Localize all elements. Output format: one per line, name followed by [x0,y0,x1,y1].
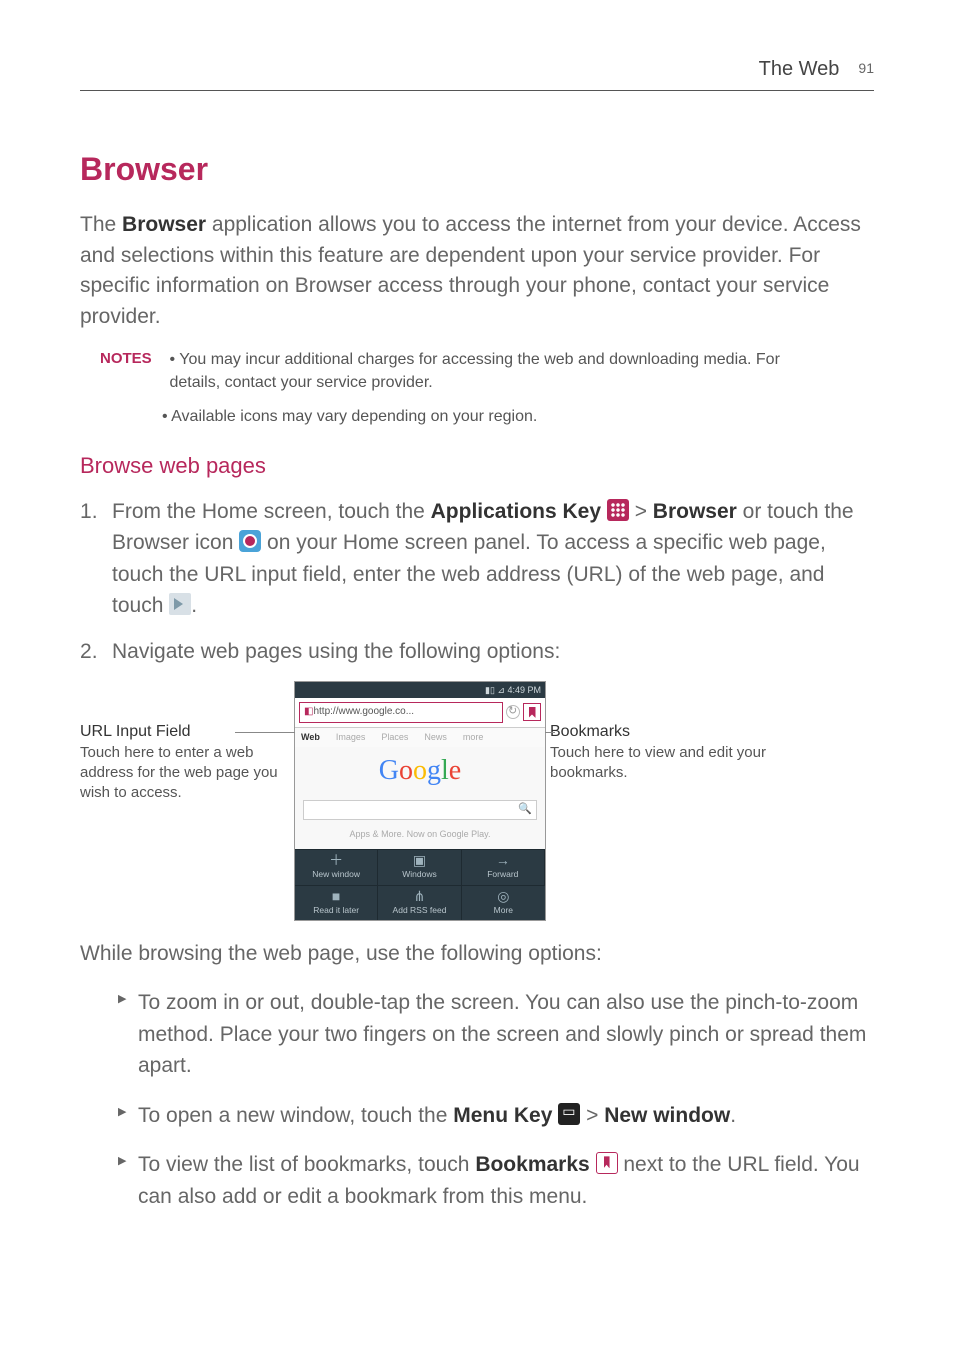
notes-label: NOTES [100,348,152,370]
google-logo: Google [295,747,545,798]
section-name: The Web [759,58,840,80]
note-item-2: Available icons may vary depending on yo… [171,408,537,425]
notes-block: NOTES • You may incur additional charges… [100,348,874,428]
subheading: Browse web pages [80,450,874,482]
url-input-field[interactable]: ◧http://www.google.co... [299,702,503,723]
callout-bookmarks: Bookmarks Touch here to view and edit yo… [550,681,790,783]
tab-news[interactable]: News [424,731,447,744]
menu-key-icon [558,1103,580,1125]
app-name-bold: Browser [122,213,206,236]
menu-rss[interactable]: ⋔Add RSS feed [378,885,461,920]
leader-line-right [545,732,555,733]
tab-web[interactable]: Web [301,731,320,744]
option-new-window: To open a new window, touch the Menu Key… [118,1100,874,1132]
phone-menu-bar: ＋New window ▣Windows →Forward ■Read it l… [295,849,545,920]
phone-status-bar: ▮▯ ⊿ 4:49 PM [295,682,545,698]
annotated-screenshot: URL Input Field Touch here to enter a we… [80,681,874,921]
rss-icon: ⋔ [378,889,460,903]
go-arrow-icon [169,593,191,615]
signal-icon: ▮▯ ⊿ [485,685,507,695]
bookmark-icon [596,1152,618,1174]
callout-url-input: URL Input Field Touch here to enter a we… [80,681,290,803]
step-2: Navigate web pages using the following o… [80,636,874,668]
bookmarks-label: Bookmarks [475,1153,589,1176]
apps-grid-icon [607,499,629,521]
option-zoom: To zoom in or out, double-tap the screen… [118,987,874,1082]
tag-icon: ■ [295,889,377,903]
intro-paragraph: The Browser application allows you to ac… [80,210,874,332]
page-title: Browser [80,146,874,192]
running-header: The Web 91 [80,55,874,91]
menu-windows[interactable]: ▣Windows [378,849,461,884]
new-window-label: New window [604,1104,730,1127]
refresh-icon[interactable] [506,705,520,719]
post-figure-text: While browsing the web page, use the fol… [80,939,874,969]
browser-globe-icon [239,530,261,552]
phone-web-tabs: Web Images Places News more [295,728,545,747]
menu-more[interactable]: ◎More [462,885,545,920]
note-item-1: You may incur additional charges for acc… [169,351,779,391]
menu-forward[interactable]: →Forward [462,849,545,884]
step-1: From the Home screen, touch the Applicat… [80,496,874,622]
bookmark-ribbon-icon [529,707,536,718]
page-number: 91 [858,60,874,76]
bookmarks-button[interactable] [523,703,541,721]
tab-images[interactable]: Images [336,731,366,744]
tab-more[interactable]: more [463,731,484,744]
plus-circle-icon: ＋ [295,853,377,867]
menu-key-label: Menu Key [453,1104,552,1127]
phone-url-row: ◧http://www.google.co... [295,698,545,728]
tab-places[interactable]: Places [381,731,408,744]
google-promo-line: Apps & More. Now on Google Play. [295,826,545,849]
menu-read-later[interactable]: ■Read it later [295,885,378,920]
applications-key-label: Applications Key [431,500,601,523]
forward-arrow-icon: → [462,853,544,867]
menu-new-window[interactable]: ＋New window [295,849,378,884]
windows-icon: ▣ [378,853,460,867]
browser-label: Browser [653,500,737,523]
google-search-box[interactable] [303,800,537,820]
leader-line-left [235,732,295,733]
phone-screenshot: ▮▯ ⊿ 4:49 PM ◧http://www.google.co... We… [294,681,546,921]
more-circle-icon: ◎ [462,889,545,903]
option-bookmarks: To view the list of bookmarks, touch Boo… [118,1149,874,1212]
